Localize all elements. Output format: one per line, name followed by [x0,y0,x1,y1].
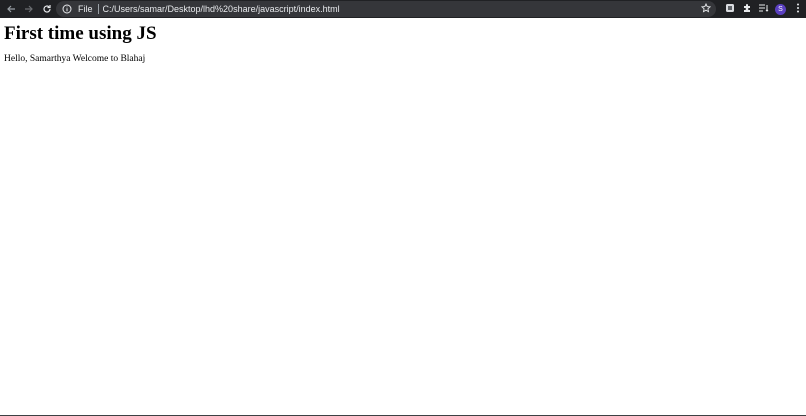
address-divider [97,4,99,14]
puzzle-icon [742,0,752,18]
greeting-text: Hello, Samarthya Welcome to Blahaj [4,54,146,64]
extensions-menu-button[interactable] [738,0,755,18]
back-arrow-icon [6,4,16,14]
browser-toolbar: File C:/Users/samar/Desktop/lhd%20share/… [0,0,806,18]
forward-button[interactable] [20,0,38,18]
more-vert-icon [796,0,800,18]
info-icon[interactable] [61,3,73,15]
toolbar-actions: S [721,0,806,18]
reload-icon [42,4,52,14]
reading-list-icon [758,0,769,18]
url-scheme-label: File [78,4,93,14]
url-text[interactable]: C:/Users/samar/Desktop/lhd%20share/javas… [103,4,699,14]
profile-button[interactable]: S [772,0,789,18]
extension-button[interactable] [721,0,738,18]
star-icon [700,0,712,18]
extension-square-icon [725,0,735,18]
reading-list-button[interactable] [755,0,772,18]
forward-arrow-icon [24,4,34,14]
address-bar[interactable]: File C:/Users/samar/Desktop/lhd%20share/… [56,1,716,17]
back-button[interactable] [2,0,20,18]
avatar: S [775,3,786,15]
bookmark-star-button[interactable] [699,2,713,16]
more-menu-button[interactable] [789,0,806,18]
page-heading: First time using JS [4,23,157,44]
page-content: First time using JS Hello, Samarthya Wel… [4,22,802,64]
reload-button[interactable] [38,0,56,18]
